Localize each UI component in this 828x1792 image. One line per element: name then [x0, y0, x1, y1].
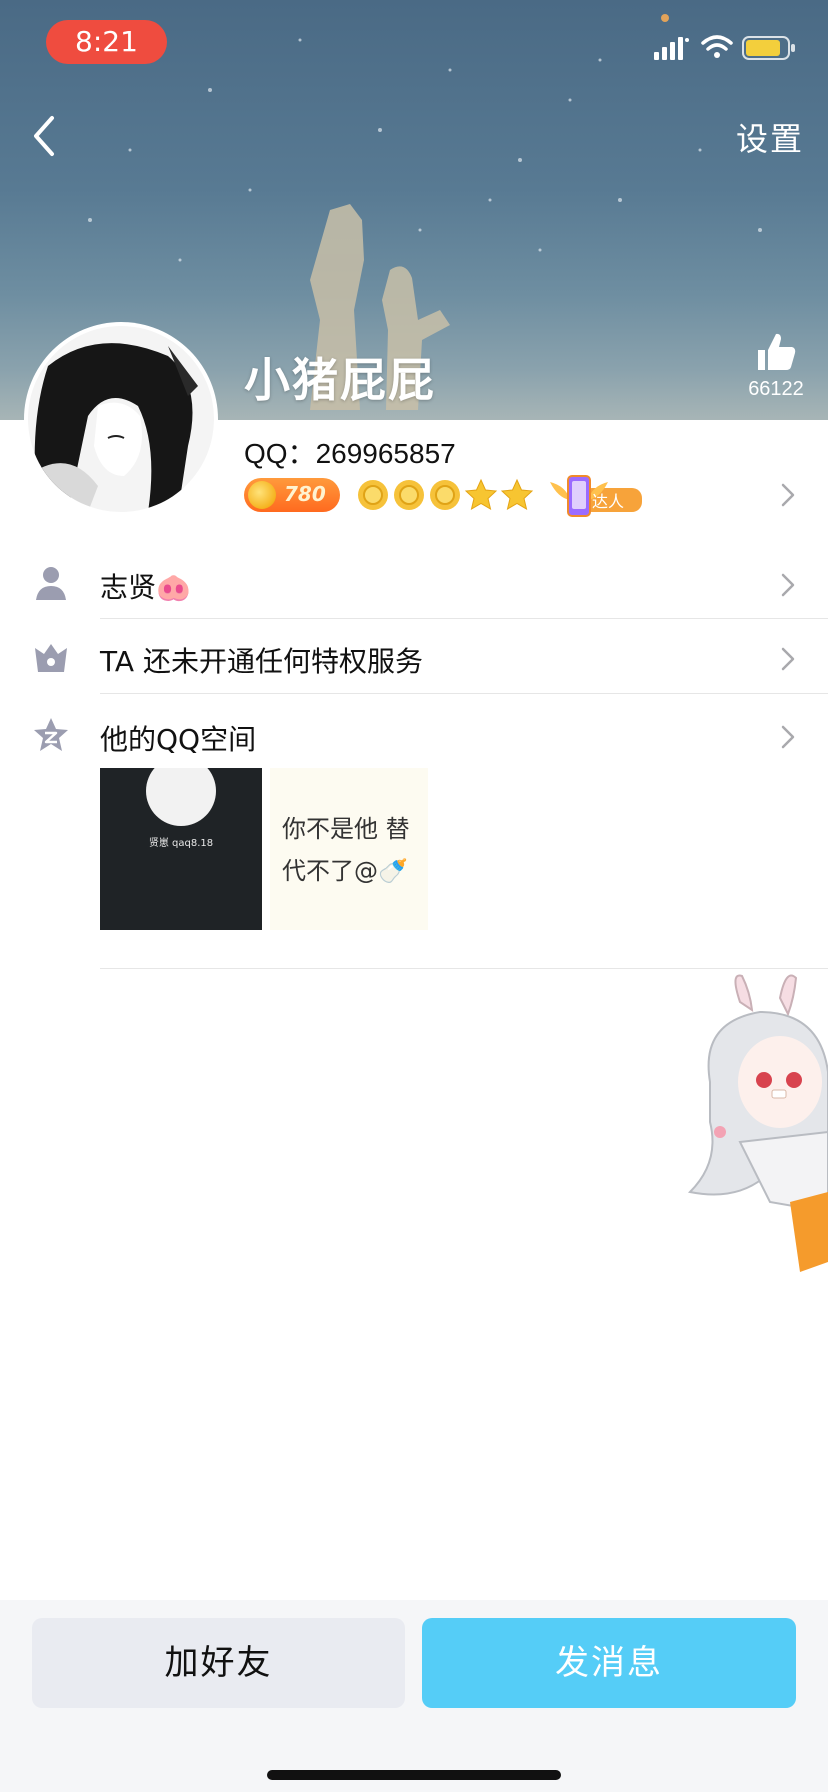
sun-level-icon: [394, 480, 424, 510]
qzone-label: 他的QQ空间: [100, 723, 257, 756]
qq-label: QQ：: [244, 438, 316, 469]
text-post-line: 你不是他 替: [282, 815, 410, 843]
home-indicator[interactable]: [267, 1770, 561, 1780]
divider: [100, 618, 828, 619]
back-chevron-icon[interactable]: [22, 110, 66, 162]
bottom-action-bar: 加好友 发消息: [0, 1600, 828, 1792]
qzone-thumbnail-photo[interactable]: 贤崽 qaq8.18: [100, 768, 262, 930]
person-icon: [36, 567, 66, 600]
qzone-thumbnail-text-post[interactable]: 你不是他 替 代不了@🍼: [270, 768, 428, 930]
sun-level-icon: [358, 480, 388, 510]
divider: [100, 693, 828, 694]
like-count: 66122: [748, 378, 804, 400]
text-post-content: 你不是他 替 代不了@🍼: [282, 808, 422, 892]
talent-label: 达人: [592, 492, 625, 511]
thumbnail-avatar-image: [146, 768, 216, 826]
battery-icon: [742, 36, 795, 60]
thumbnail-caption: 贤崽 qaq8.18: [148, 838, 214, 849]
settings-button[interactable]: 设置: [736, 114, 804, 160]
bunny-girl-mascot-image[interactable]: [680, 972, 828, 1292]
text-post-line: 代不了@🍼: [282, 857, 408, 885]
star-level-icon: [464, 478, 498, 511]
list-item-remark[interactable]: 志贤🐽: [0, 552, 828, 616]
chevron-right-icon: [781, 483, 795, 507]
profile-name: 小猪屁屁: [244, 353, 436, 407]
avatar[interactable]: [28, 326, 214, 512]
wifi-icon: [701, 35, 733, 58]
like-button[interactable]: 66122: [736, 330, 816, 401]
level-badge: 780: [244, 478, 340, 512]
list-item-privilege[interactable]: TA 还未开通任何特权服务: [0, 626, 828, 690]
send-message-button[interactable]: 发消息: [422, 1618, 796, 1708]
level-number: 780: [284, 482, 326, 506]
cellular-signal-icon: [654, 37, 689, 60]
divider: [100, 968, 828, 969]
coin-icon: [248, 481, 276, 509]
talent-badge: 达人: [546, 474, 644, 518]
remark-label: 志贤🐽: [100, 571, 191, 604]
badges-row[interactable]: 780 达人: [244, 474, 804, 520]
avatar-image: [28, 326, 214, 512]
add-friend-button[interactable]: 加好友: [32, 1618, 405, 1708]
star-level-icon: [500, 478, 534, 511]
chevron-right-icon: [781, 647, 795, 671]
thumbs-up-icon: [758, 333, 796, 370]
sun-level-icon: [430, 480, 460, 510]
status-time: 8:21: [46, 20, 167, 64]
chevron-right-icon: [781, 725, 795, 749]
chevron-right-icon: [781, 573, 795, 597]
list-item-qzone[interactable]: 他的QQ空间: [0, 704, 828, 764]
qq-number: 269965857: [315, 438, 456, 469]
qq-number-row: QQ：269965857: [244, 432, 456, 472]
crown-icon: [35, 644, 67, 672]
qzone-star-icon: [34, 718, 68, 751]
privilege-label: TA 还未开通任何特权服务: [100, 645, 423, 678]
